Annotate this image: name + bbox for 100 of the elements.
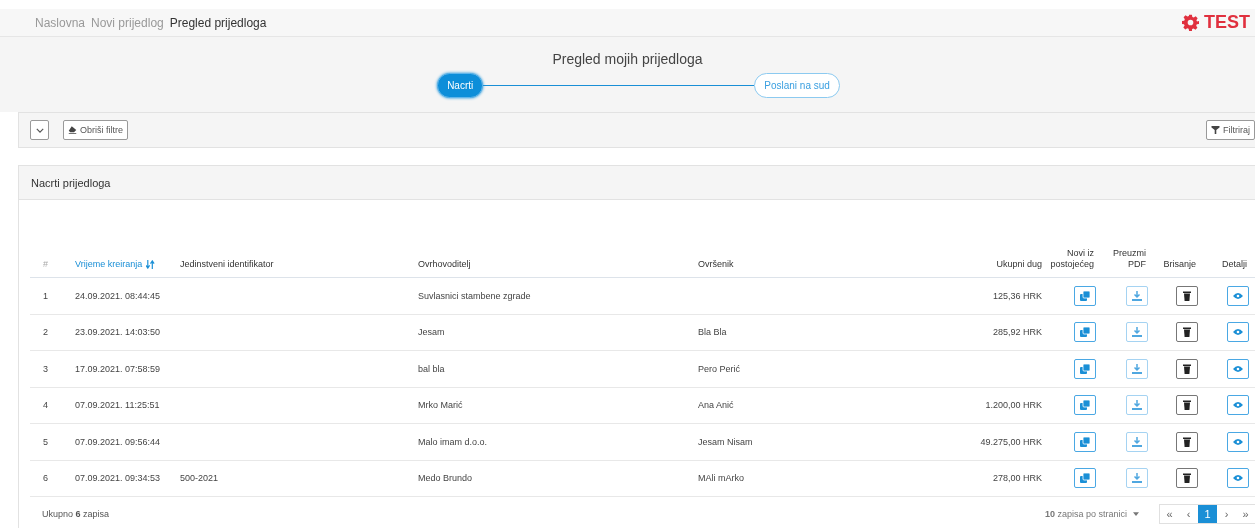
eye-icon (1233, 436, 1243, 447)
download-icon (1132, 436, 1142, 447)
table-cell: 49.275,00 HRK (980, 436, 1042, 447)
eye-icon (1233, 473, 1243, 484)
download-icon (1132, 400, 1142, 411)
download-icon (1132, 290, 1142, 301)
view-details-button[interactable] (1227, 358, 1249, 379)
copy-button[interactable] (1074, 468, 1096, 489)
total-records-text: Ukupno 6 zapisa (42, 509, 110, 519)
delete-button[interactable] (1176, 395, 1198, 416)
table-cell: Pero Perić (698, 363, 741, 374)
step-tab[interactable]: Nacrti (437, 73, 484, 98)
table-cell: 1 (43, 290, 48, 301)
column-header: # (43, 259, 48, 270)
eye-icon (1233, 363, 1243, 374)
delete-button[interactable] (1176, 431, 1198, 452)
trash-icon (1182, 327, 1192, 338)
table-cell: 285,92 HRK (992, 327, 1042, 338)
card-title: Nacrti prijedloga (31, 176, 111, 189)
page-button[interactable]: 1 (1198, 505, 1217, 523)
download-icon (1132, 363, 1142, 374)
column-header: Ovrhovoditelj (418, 259, 471, 270)
table-cell: 500-2021 (180, 473, 219, 484)
eye-icon (1233, 400, 1243, 411)
delete-button[interactable] (1176, 358, 1198, 379)
table-cell: 3 (43, 363, 48, 374)
download-icon (1132, 473, 1142, 484)
eraser-icon (68, 126, 77, 134)
table-cell: 23.09.2021. 14:03:50 (75, 327, 161, 338)
column-header: Novi iz postojećeg (1050, 248, 1094, 270)
funnel-icon (1211, 126, 1220, 134)
table-cell: 07.09.2021. 09:56:44 (75, 436, 161, 447)
table-cell: 17.09.2021. 07:58:59 (75, 363, 161, 374)
column-header: Ukupni dug (996, 259, 1042, 270)
download-icon (1132, 327, 1142, 338)
download-button[interactable] (1126, 468, 1148, 489)
table-cell: 07.09.2021. 11:25:51 (75, 400, 160, 411)
view-details-button[interactable] (1227, 395, 1249, 416)
copy-icon (1080, 436, 1090, 447)
table-cell: Ana Anić (698, 400, 734, 411)
download-button[interactable] (1126, 322, 1148, 343)
sortable-column-header[interactable]: Vrijeme kreiranja (75, 259, 156, 270)
table-cell: 125,36 HRK (992, 290, 1042, 301)
copy-button[interactable] (1074, 322, 1096, 343)
download-button[interactable] (1126, 285, 1148, 306)
expand-button[interactable] (30, 120, 49, 140)
gear-icon (1182, 14, 1199, 31)
delete-button[interactable] (1176, 322, 1198, 343)
table-cell: Bla Bla (698, 327, 727, 338)
column-header: Detalji (1222, 259, 1247, 270)
download-button[interactable] (1126, 358, 1148, 379)
trash-icon (1182, 436, 1192, 447)
clear-filters-button[interactable]: Obriši filtre (63, 120, 128, 140)
trash-icon (1182, 400, 1192, 411)
table-cell: 24.09.2021. 08:44:45 (75, 290, 161, 301)
trash-icon (1182, 363, 1192, 374)
sort-icon (146, 260, 156, 270)
nav-link[interactable]: Pregled prijedloga (169, 15, 267, 30)
column-header: Brisanje (1163, 259, 1196, 270)
environment-label: TEST (1204, 12, 1250, 33)
column-header: Jedinstveni identifikator (180, 259, 274, 270)
copy-icon (1080, 400, 1090, 411)
copy-button[interactable] (1074, 285, 1096, 306)
table-cell: 4 (43, 400, 48, 411)
table-cell: Malo imam d.o.o. (418, 436, 488, 447)
table-cell: Jesam (418, 327, 445, 338)
table-cell: 1.200,00 HRK (985, 400, 1042, 411)
trash-icon (1182, 290, 1192, 301)
table-cell: 07.09.2021. 09:34:53 (75, 473, 161, 484)
download-button[interactable] (1126, 395, 1148, 416)
column-header: Preuzmi PDF (1112, 248, 1146, 270)
eye-icon (1233, 290, 1243, 301)
view-details-button[interactable] (1227, 468, 1249, 489)
table-cell: Mrko Marić (418, 400, 463, 411)
view-details-button[interactable] (1227, 285, 1249, 306)
delete-button[interactable] (1176, 468, 1198, 489)
eye-icon (1233, 327, 1243, 338)
table-cell: 5 (43, 436, 48, 447)
trash-icon (1182, 473, 1192, 484)
copy-icon (1080, 327, 1090, 338)
table-cell: 278,00 HRK (992, 473, 1042, 484)
table-cell: bal bla (418, 363, 445, 374)
table-cell: Suvlasnici stambene zgrade (418, 290, 531, 301)
table-cell: 2 (43, 327, 48, 338)
table-cell: Jesam Nisam (698, 436, 753, 447)
copy-icon (1080, 363, 1090, 374)
page-size-dropdown[interactable]: 10 zapisa po stranici (1044, 509, 1139, 519)
dropdown-caret-icon (1133, 512, 1139, 516)
download-button[interactable] (1126, 431, 1148, 452)
view-details-button[interactable] (1227, 322, 1249, 343)
copy-icon (1080, 290, 1090, 301)
copy-button[interactable] (1074, 395, 1096, 416)
view-details-button[interactable] (1227, 431, 1249, 452)
filter-button[interactable]: Filtriraj (1206, 120, 1255, 140)
copy-button[interactable] (1074, 358, 1096, 379)
copy-button[interactable] (1074, 431, 1096, 452)
copy-icon (1080, 473, 1090, 484)
table-cell: MAli mArko (698, 473, 744, 484)
delete-button[interactable] (1176, 285, 1198, 306)
chevron-down-icon (35, 127, 44, 133)
